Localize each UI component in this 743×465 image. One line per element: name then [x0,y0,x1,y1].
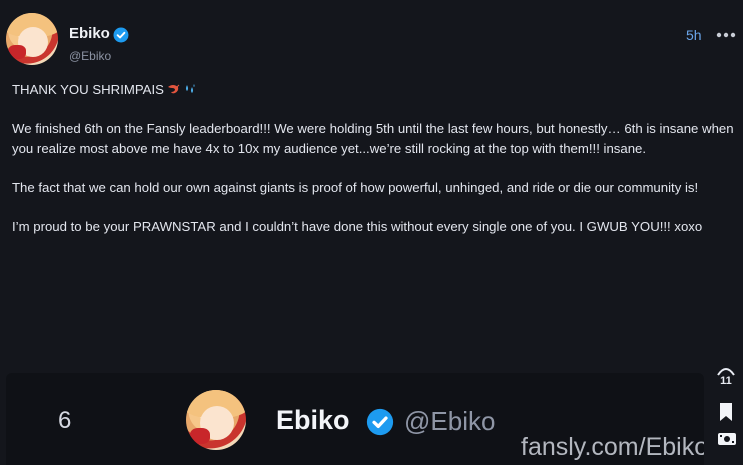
post-paragraph: I’m proud to be your PRAWNSTAR and I cou… [12,218,703,234]
media-rank: 6 [58,407,72,434]
media-verified-icon [366,408,394,436]
post-paragraph-text: THANK YOU SHRIMPAIS [12,82,164,97]
shrimp-icon [167,84,180,94]
author-display-name[interactable]: Ebiko [69,25,110,42]
avatar-bow [8,45,26,59]
author-handle[interactable]: @Ebiko [69,49,111,63]
post-paragraph: THANK YOU SHRIMPAIS [12,80,736,100]
tip-icon[interactable] [717,430,737,448]
media-name: Ebiko [276,405,350,435]
action-rail: 11 [712,366,742,465]
post-card: Ebiko @Ebiko 5h THANK YOU SHRIMPAIS We f… [0,0,743,465]
media-handle: @Ebiko [404,406,496,436]
avatar[interactable] [6,13,58,65]
post-paragraph: The fact that we can hold our own agains… [12,179,699,195]
post-media-image[interactable]: 6 Ebiko @Ebiko fansly.com/Ebiko [6,373,704,465]
verified-icon [113,27,129,43]
sweat-droplets-icon [185,84,195,93]
post-timestamp[interactable]: 5h [686,27,702,43]
media-avatar [186,390,246,450]
like-count[interactable]: 11 [715,375,737,387]
post-body: THANK YOU SHRIMPAIS We finished 6th on t… [12,80,736,256]
media-watermark: fansly.com/Ebiko [521,433,704,461]
bookmark-icon[interactable] [718,402,734,422]
more-icon[interactable] [715,28,737,42]
post-paragraph: We finished 6th on the Fansly leaderboar… [12,121,734,156]
media-avatar-bow [190,428,210,444]
